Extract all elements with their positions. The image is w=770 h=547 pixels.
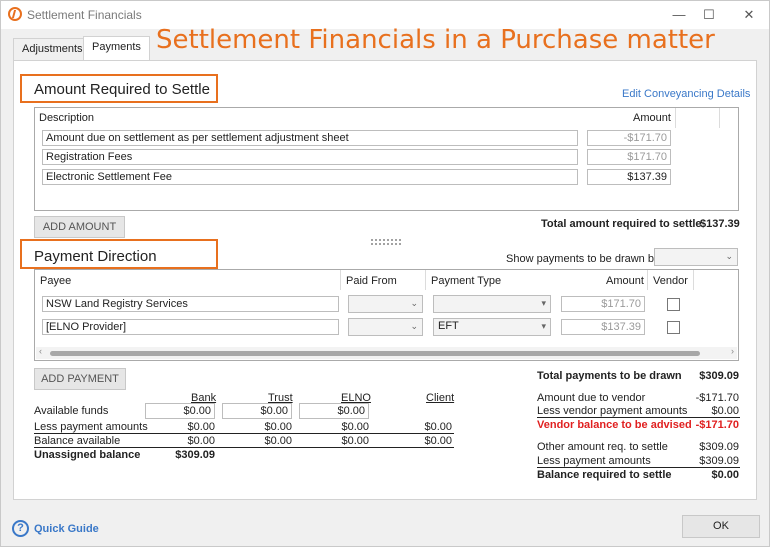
unassigned-balance-label: Unassigned balance xyxy=(34,449,141,461)
amount-row-description[interactable]: Electronic Settlement Fee xyxy=(42,169,578,185)
less-payment-value: $309.09 xyxy=(699,455,739,467)
app-logo-icon xyxy=(8,7,22,21)
add-amount-button[interactable]: ADD AMOUNT xyxy=(34,216,125,238)
caret-down-icon: ▾ xyxy=(541,321,546,331)
scroll-left-arrow-icon[interactable]: ‹ xyxy=(39,346,42,356)
ok-button[interactable]: OK xyxy=(682,515,760,538)
column-divider xyxy=(693,270,694,290)
less-elno-value: $0.00 xyxy=(341,421,369,433)
column-header-description: Description xyxy=(39,112,95,124)
splitter-grip-handle[interactable] xyxy=(370,238,402,246)
column-header-amount: Amount xyxy=(606,275,644,287)
vendor-balance-value: -$171.70 xyxy=(695,419,739,431)
payee-input[interactable]: NSW Land Registry Services xyxy=(42,296,339,312)
available-trust-input[interactable]: $0.00 xyxy=(222,403,292,419)
available-elno-input[interactable]: $0.00 xyxy=(299,403,369,419)
balance-bank-value: $0.00 xyxy=(187,435,215,447)
payee-input[interactable]: [ELNO Provider] xyxy=(42,319,339,335)
balance-client-value: $0.00 xyxy=(424,435,452,447)
vendor-checkbox[interactable] xyxy=(667,298,680,311)
column-header-payment-type: Payment Type xyxy=(431,275,502,287)
total-payments-drawn-value: $309.09 xyxy=(699,370,739,382)
column-header-vendor: Vendor xyxy=(653,275,688,287)
divider-line xyxy=(537,467,740,468)
tab-adjustments[interactable]: Adjustments xyxy=(13,38,92,60)
unassigned-balance-value: $309.09 xyxy=(175,449,215,461)
amount-row-amount[interactable]: $137.39 xyxy=(587,169,671,185)
less-payment-amounts-label: Less payment amounts xyxy=(34,421,148,433)
payment-type-select[interactable]: EFT ▾ xyxy=(433,318,551,336)
edit-conveyancing-link[interactable]: Edit Conveyancing Details xyxy=(622,88,750,100)
column-divider xyxy=(647,270,648,290)
help-icon[interactable]: ? xyxy=(12,520,29,537)
payment-section-title: Payment Direction xyxy=(34,248,157,265)
payment-grid: Payee Paid From Payment Type Amount Vend… xyxy=(34,269,739,361)
paid-from-select[interactable]: ⌄ xyxy=(348,318,423,336)
amount-section-title: Amount Required to Settle xyxy=(34,81,210,98)
caret-down-icon: ▾ xyxy=(541,298,546,308)
column-divider xyxy=(340,270,341,290)
balance-available-label: Balance available xyxy=(34,435,121,447)
balance-required-value: $0.00 xyxy=(711,469,739,481)
available-funds-label: Available funds xyxy=(34,405,109,417)
amount-row-description[interactable]: Registration Fees xyxy=(42,149,578,165)
add-payment-button[interactable]: ADD PAYMENT xyxy=(34,368,126,390)
less-trust-value: $0.00 xyxy=(264,421,292,433)
amount-row-description[interactable]: Amount due on settlement as per settleme… xyxy=(42,130,578,146)
divider-line xyxy=(34,433,454,434)
drawn-by-select[interactable]: ⌄ xyxy=(654,248,738,266)
divider-line xyxy=(34,447,454,448)
column-header-amount: Amount xyxy=(633,112,671,124)
tab-payments[interactable]: Payments xyxy=(83,36,150,61)
amount-row-amount: $171.70 xyxy=(587,149,671,165)
balance-elno-value: $0.00 xyxy=(341,435,369,447)
less-client-value: $0.00 xyxy=(424,421,452,433)
overlay-annotation-title: Settlement Financials in a Purchase matt… xyxy=(156,25,715,55)
scroll-right-arrow-icon[interactable]: › xyxy=(731,346,734,356)
column-divider xyxy=(675,108,676,128)
other-amount-label: Other amount req. to settle xyxy=(537,441,668,453)
available-bank-input[interactable]: $0.00 xyxy=(145,403,215,419)
minimize-button[interactable]: — xyxy=(669,6,689,24)
amount-due-vendor-label: Amount due to vendor xyxy=(537,392,646,404)
payment-amount: $171.70 xyxy=(561,296,645,312)
paid-from-select[interactable]: ⌄ xyxy=(348,295,423,313)
maximize-button[interactable]: ☐ xyxy=(699,6,719,24)
payments-panel: Amount Required to Settle Edit Conveyanc… xyxy=(13,60,757,500)
chevron-down-icon: ⌄ xyxy=(725,251,733,261)
scrollbar-thumb[interactable] xyxy=(50,351,700,356)
amount-due-vendor-value: -$171.70 xyxy=(695,392,739,404)
other-amount-value: $309.09 xyxy=(699,441,739,453)
balance-required-label: Balance required to settle xyxy=(537,469,672,481)
column-divider xyxy=(719,108,720,128)
vendor-checkbox[interactable] xyxy=(667,321,680,334)
funds-header-client: Client xyxy=(426,392,455,404)
settlement-financials-window: Settlement Financials — ☐ ✕ Settlement F… xyxy=(0,0,770,547)
payment-type-select[interactable]: ▾ xyxy=(433,295,551,313)
amount-grid: Description Amount Amount due on settlem… xyxy=(34,107,739,211)
payment-type-value: EFT xyxy=(438,320,459,332)
amount-row-amount: -$171.70 xyxy=(587,130,671,146)
show-payments-label: Show payments to be drawn by xyxy=(506,253,660,265)
total-required-label: Total amount required to settle xyxy=(541,218,702,230)
window-title: Settlement Financials xyxy=(27,8,142,22)
less-bank-value: $0.00 xyxy=(187,421,215,433)
column-header-paid-from: Paid From xyxy=(346,275,397,287)
payment-amount: $137.39 xyxy=(561,319,645,335)
divider-line xyxy=(537,417,740,418)
balance-trust-value: $0.00 xyxy=(264,435,292,447)
column-divider xyxy=(425,270,426,290)
chevron-down-icon: ⌄ xyxy=(410,298,418,308)
quick-guide-link[interactable]: Quick Guide xyxy=(34,523,99,535)
column-header-payee: Payee xyxy=(40,275,72,287)
less-vendor-payments-value: $0.00 xyxy=(711,405,739,417)
horizontal-scrollbar[interactable]: ‹ › xyxy=(36,346,737,359)
less-payment-label: Less payment amounts xyxy=(537,455,651,467)
close-button[interactable]: ✕ xyxy=(739,6,759,24)
total-required-value: $137.39 xyxy=(700,218,740,230)
chevron-down-icon: ⌄ xyxy=(410,321,418,331)
